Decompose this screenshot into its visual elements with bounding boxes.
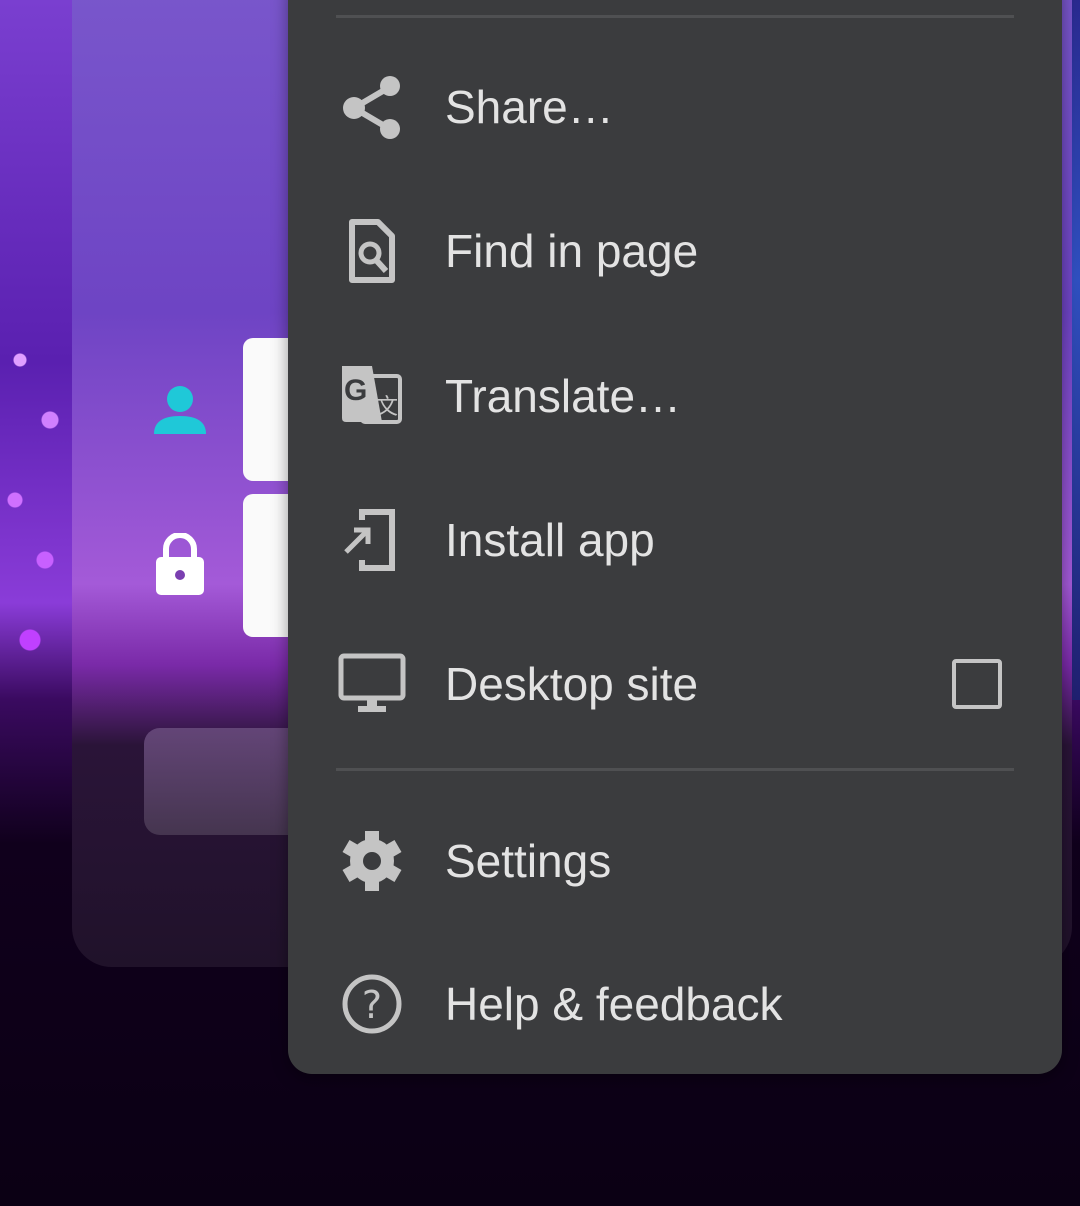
menu-item-label: Desktop site — [445, 658, 699, 710]
svg-text:G: G — [344, 374, 367, 407]
menu-item-translate[interactable]: G 文 Translate… — [288, 326, 1062, 466]
menu-item-install-app[interactable]: Install app — [288, 470, 1062, 610]
menu-item-label: Share… — [445, 81, 614, 133]
menu-item-help-feedback[interactable]: ? Help & feedback — [288, 934, 1062, 1074]
help-icon: ? — [342, 974, 402, 1034]
menu-item-settings[interactable]: Settings — [288, 791, 1062, 931]
menu-item-find-in-page[interactable]: Find in page — [288, 181, 1062, 321]
menu-item-label: Settings — [445, 835, 612, 887]
install-app-icon — [344, 509, 395, 571]
gear-icon — [342, 831, 402, 891]
translate-icon: G 文 — [342, 366, 402, 424]
desktop-site-checkbox[interactable] — [952, 659, 1002, 709]
menu-item-label: Find in page — [445, 225, 699, 277]
svg-text:?: ? — [362, 983, 382, 1027]
menu-item-label: Install app — [445, 514, 655, 566]
menu-divider — [336, 768, 1014, 771]
user-icon — [154, 386, 206, 434]
lock-icon — [156, 533, 204, 595]
menu-item-desktop-site[interactable]: Desktop site — [288, 614, 1062, 754]
share-icon — [343, 76, 400, 139]
menu-item-label: Translate… — [445, 370, 682, 422]
background-bokeh — [0, 300, 80, 700]
menu-item-share[interactable]: Share… — [288, 37, 1062, 177]
find-in-page-icon — [349, 219, 395, 283]
menu-item-label: Help & feedback — [445, 978, 783, 1030]
desktop-icon — [338, 653, 406, 712]
menu-divider — [336, 15, 1014, 18]
svg-text:文: 文 — [376, 395, 398, 420]
